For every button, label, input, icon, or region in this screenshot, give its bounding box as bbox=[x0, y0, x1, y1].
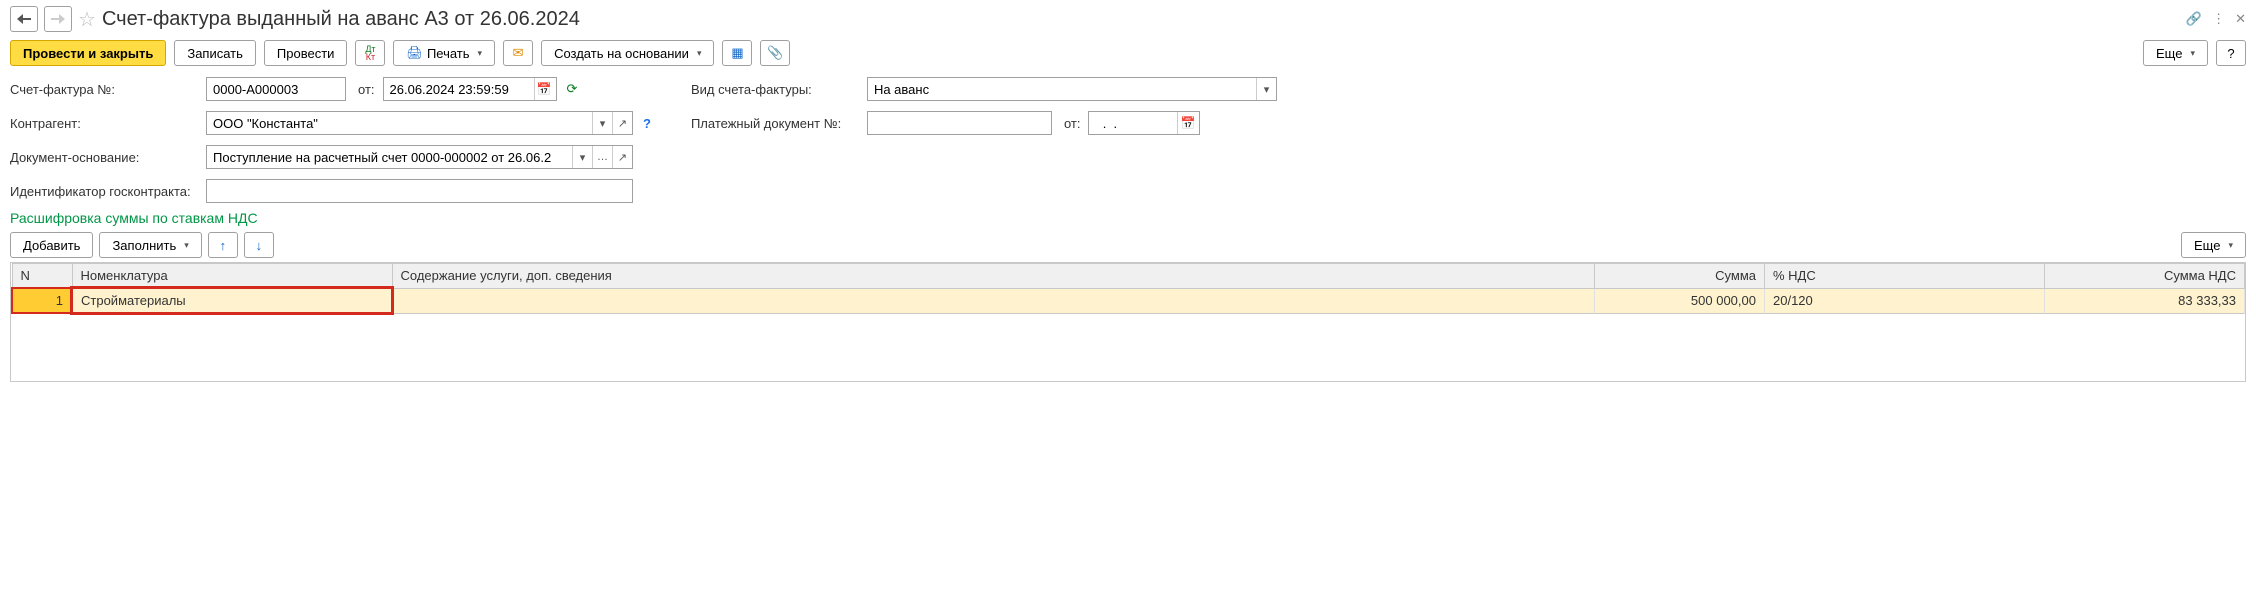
dtkt-button[interactable]: ДтКт bbox=[355, 40, 385, 66]
cell-nomenclature[interactable]: Стройматериалы bbox=[72, 288, 392, 313]
email-button[interactable]: ✉ bbox=[503, 40, 533, 66]
label-invoice-type: Вид счета-фактуры: bbox=[691, 82, 861, 97]
payment-no-input[interactable] bbox=[867, 111, 1052, 135]
fill-button[interactable]: Заполнить bbox=[99, 232, 201, 258]
label-basis: Документ-основание: bbox=[10, 150, 200, 165]
refresh-date-icon[interactable]: ⟳ bbox=[567, 81, 578, 97]
col-vatsum[interactable]: Сумма НДС bbox=[2045, 264, 2245, 289]
dropdown-icon[interactable]: ▾ bbox=[572, 146, 592, 168]
related-button[interactable]: ▦ bbox=[722, 40, 752, 66]
dropdown-icon[interactable]: ▾ bbox=[592, 112, 612, 134]
page-title: Счет-фактура выданный на аванс А3 от 26.… bbox=[102, 8, 2180, 31]
invoice-number-input[interactable] bbox=[206, 77, 346, 101]
invoice-type-select[interactable] bbox=[868, 78, 1256, 100]
open-icon[interactable]: ↗ bbox=[612, 146, 632, 168]
create-based-button[interactable]: Создать на основании bbox=[541, 40, 714, 66]
link-icon[interactable]: 🔗 bbox=[2186, 11, 2202, 27]
label-payfrom: от: bbox=[1064, 116, 1081, 131]
post-button[interactable]: Провести bbox=[264, 40, 348, 66]
col-sum[interactable]: Сумма bbox=[1595, 264, 1765, 289]
write-button[interactable]: Записать bbox=[174, 40, 256, 66]
open-icon[interactable]: ↗ bbox=[612, 112, 632, 134]
help-icon[interactable]: ? bbox=[643, 116, 651, 131]
help-button[interactable]: ? bbox=[2216, 40, 2246, 66]
cell-vatsum[interactable]: 83 333,33 bbox=[2045, 288, 2245, 313]
label-invoice-no: Счет-фактура №: bbox=[10, 82, 200, 97]
kebab-icon[interactable]: ⋮ bbox=[2212, 11, 2225, 27]
ellipsis-icon[interactable]: … bbox=[592, 146, 612, 168]
label-paydoc: Платежный документ №: bbox=[691, 116, 861, 131]
cell-vat[interactable]: 20/120 bbox=[1765, 288, 2045, 313]
post-and-close-button[interactable]: Провести и закрыть bbox=[10, 40, 166, 66]
col-n[interactable]: N bbox=[12, 264, 72, 289]
table-row[interactable]: 1 Стройматериалы 500 000,00 20/120 83 33… bbox=[12, 288, 2245, 313]
label-from: от: bbox=[358, 82, 375, 97]
cell-n[interactable]: 1 bbox=[12, 288, 72, 313]
more-button[interactable]: Еще bbox=[2143, 40, 2208, 66]
nav-fwd-button[interactable] bbox=[44, 6, 72, 32]
govcontract-input[interactable] bbox=[206, 179, 633, 203]
table-more-button[interactable]: Еще bbox=[2181, 232, 2246, 258]
move-up-button[interactable]: ↑ bbox=[208, 232, 238, 258]
envelope-icon: ✉ bbox=[513, 45, 524, 61]
favorite-icon[interactable]: ☆ bbox=[78, 7, 96, 32]
cell-content[interactable] bbox=[392, 288, 1595, 313]
close-icon[interactable]: ✕ bbox=[2235, 11, 2246, 27]
related-icon: ▦ bbox=[731, 45, 743, 61]
clip-icon: 📎 bbox=[767, 45, 783, 61]
dropdown-icon[interactable]: ▾ bbox=[1256, 78, 1276, 100]
section-title: Расшифровка суммы по ставкам НДС bbox=[10, 210, 2246, 226]
col-content[interactable]: Содержание услуги, доп. сведения bbox=[392, 264, 1595, 289]
cell-sum[interactable]: 500 000,00 bbox=[1595, 288, 1765, 313]
payment-date-input[interactable] bbox=[1089, 112, 1177, 134]
label-govcontract: Идентификатор госконтракта: bbox=[10, 184, 200, 199]
invoice-date-input[interactable] bbox=[384, 78, 534, 100]
nav-back-button[interactable] bbox=[10, 6, 38, 32]
print-button[interactable]: 🖨 Печать bbox=[393, 40, 495, 66]
label-counterparty: Контрагент: bbox=[10, 116, 200, 131]
col-vat[interactable]: % НДС bbox=[1765, 264, 2045, 289]
vat-table[interactable]: N Номенклатура Содержание услуги, доп. с… bbox=[11, 263, 2245, 314]
basis-input[interactable] bbox=[207, 146, 572, 168]
printer-icon: 🖨 bbox=[406, 45, 423, 61]
calendar-icon[interactable]: 📅 bbox=[1177, 112, 1197, 134]
add-row-button[interactable]: Добавить bbox=[10, 232, 93, 258]
col-nomenclature[interactable]: Номенклатура bbox=[72, 264, 392, 289]
attach-button[interactable]: 📎 bbox=[760, 40, 790, 66]
counterparty-input[interactable] bbox=[207, 112, 592, 134]
move-down-button[interactable]: ↓ bbox=[244, 232, 274, 258]
calendar-icon[interactable]: 📅 bbox=[534, 78, 554, 100]
